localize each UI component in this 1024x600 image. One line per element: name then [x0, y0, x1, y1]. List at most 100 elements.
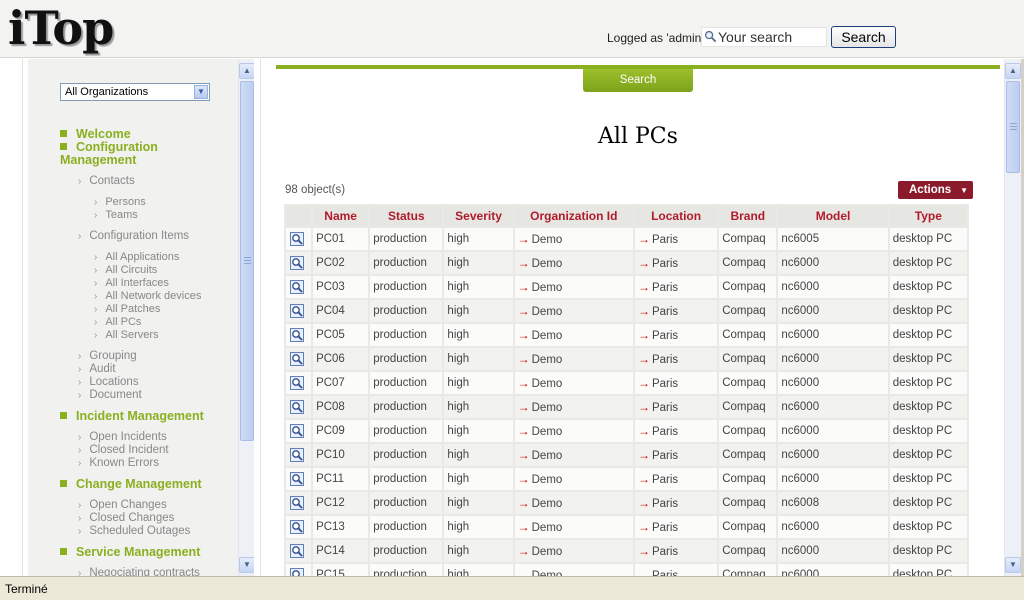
details-cell[interactable]: [286, 324, 312, 346]
cell-location[interactable]: → Paris: [634, 444, 718, 466]
details-cell[interactable]: [286, 492, 312, 514]
table-row[interactable]: PC01 production high → Demo → Paris Compaq nc600…: [286, 228, 967, 250]
search-drawer-tab[interactable]: Search: [583, 69, 693, 92]
menu-change-management[interactable]: Change Management: [60, 478, 202, 491]
magnifier-details-icon[interactable]: [290, 279, 304, 294]
menu-negotiating-contracts[interactable]: Negociating contracts: [78, 567, 200, 576]
cell-organization[interactable]: → Demo: [514, 252, 633, 274]
cell-name[interactable]: PC14: [313, 540, 369, 562]
table-row[interactable]: PC02 production high → Demo → Paris Compaq nc600…: [286, 252, 967, 274]
details-cell[interactable]: [286, 300, 312, 322]
cell-organization[interactable]: → Demo: [514, 540, 633, 562]
table-row[interactable]: PC11 production high → Demo → Paris Compaq nc600…: [286, 468, 967, 490]
cell-organization[interactable]: → Demo: [514, 468, 633, 490]
sidebar-scroll-thumb[interactable]: [240, 81, 254, 441]
magnifier-details-icon[interactable]: [290, 327, 304, 342]
column-header[interactable]: Severity: [444, 206, 513, 226]
global-search-button[interactable]: Search: [831, 26, 896, 48]
details-cell[interactable]: [286, 372, 312, 394]
cell-location[interactable]: → Paris: [634, 276, 718, 298]
cell-name[interactable]: PC12: [313, 492, 369, 514]
cell-location[interactable]: → Paris: [634, 252, 718, 274]
menu-document[interactable]: Document: [78, 389, 141, 401]
magnifier-details-icon[interactable]: [290, 399, 304, 414]
menu-configuration-management-line2[interactable]: Management: [60, 154, 136, 167]
cell-organization[interactable]: → Demo: [514, 492, 633, 514]
cell-location[interactable]: → Paris: [634, 348, 718, 370]
column-header[interactable]: Brand: [719, 206, 777, 226]
cell-location[interactable]: → Paris: [634, 516, 718, 538]
cell-name[interactable]: PC08: [313, 396, 369, 418]
cell-location[interactable]: → Paris: [634, 540, 718, 562]
column-header[interactable]: Type: [889, 206, 967, 226]
table-row[interactable]: PC03 production high → Demo → Paris Compaq nc600…: [286, 276, 967, 298]
details-cell[interactable]: [286, 420, 312, 442]
menu-all-servers[interactable]: All Servers: [94, 329, 158, 341]
cell-location[interactable]: → Paris: [634, 420, 718, 442]
cell-location[interactable]: → Paris: [634, 492, 718, 514]
table-row[interactable]: PC06 production high → Demo → Paris Compaq nc600…: [286, 348, 967, 370]
cell-name[interactable]: PC02: [313, 252, 369, 274]
menu-teams[interactable]: Teams: [94, 209, 137, 221]
global-search-input[interactable]: [718, 29, 824, 45]
cell-name[interactable]: PC07: [313, 372, 369, 394]
table-row[interactable]: PC10 production high → Demo → Paris Compaq nc600…: [286, 444, 967, 466]
cell-organization[interactable]: → Demo: [514, 324, 633, 346]
cell-location[interactable]: → Paris: [634, 396, 718, 418]
magnifier-details-icon[interactable]: [290, 543, 304, 558]
column-header[interactable]: Model: [778, 206, 888, 226]
table-row[interactable]: PC12 production high → Demo → Paris Compaq nc600…: [286, 492, 967, 514]
cell-name[interactable]: PC06: [313, 348, 369, 370]
menu-all-circuits[interactable]: All Circuits: [94, 264, 157, 276]
magnifier-details-icon[interactable]: [290, 423, 304, 438]
menu-open-incidents[interactable]: Open Incidents: [78, 431, 166, 443]
table-row[interactable]: PC13 production high → Demo → Paris Compaq nc600…: [286, 516, 967, 538]
scroll-down-icon[interactable]: ▼: [1005, 557, 1021, 573]
details-cell[interactable]: [286, 564, 312, 576]
column-header[interactable]: Status: [370, 206, 443, 226]
cell-name[interactable]: PC09: [313, 420, 369, 442]
menu-service-management[interactable]: Service Management: [60, 546, 200, 559]
cell-organization[interactable]: → Demo: [514, 444, 633, 466]
menu-all-network-devices[interactable]: All Network devices: [94, 290, 201, 302]
menu-locations[interactable]: Locations: [78, 376, 138, 388]
cell-organization[interactable]: → Demo: [514, 396, 633, 418]
sidebar-scrollbar[interactable]: ▲ ▼: [238, 59, 255, 576]
cell-location[interactable]: → Paris: [634, 372, 718, 394]
magnifier-details-icon[interactable]: [290, 519, 304, 534]
table-row[interactable]: PC07 production high → Demo → Paris Compaq nc600…: [286, 372, 967, 394]
table-row[interactable]: PC09 production high → Demo → Paris Compaq nc600…: [286, 420, 967, 442]
magnifier-details-icon[interactable]: [290, 255, 304, 270]
magnifier-details-icon[interactable]: [290, 495, 304, 510]
column-header[interactable]: Name: [313, 206, 369, 226]
details-cell[interactable]: [286, 228, 312, 250]
details-cell[interactable]: [286, 396, 312, 418]
cell-name[interactable]: PC11: [313, 468, 369, 490]
menu-incident-management[interactable]: Incident Management: [60, 410, 204, 423]
magnifier-details-icon[interactable]: [290, 303, 304, 318]
cell-name[interactable]: PC03: [313, 276, 369, 298]
cell-name[interactable]: PC01: [313, 228, 369, 250]
details-cell[interactable]: [286, 468, 312, 490]
cell-organization[interactable]: → Demo: [514, 228, 633, 250]
cell-name[interactable]: PC13: [313, 516, 369, 538]
cell-organization[interactable]: → Demo: [514, 372, 633, 394]
scroll-down-icon[interactable]: ▼: [239, 557, 255, 573]
details-cell[interactable]: [286, 444, 312, 466]
details-cell[interactable]: [286, 516, 312, 538]
details-cell[interactable]: [286, 540, 312, 562]
menu-grouping[interactable]: Grouping: [78, 350, 136, 362]
cell-location[interactable]: → Paris: [634, 228, 718, 250]
menu-persons[interactable]: Persons: [94, 196, 145, 208]
cell-organization[interactable]: → Demo: [514, 516, 633, 538]
magnifier-details-icon[interactable]: [290, 471, 304, 486]
menu-audit[interactable]: Audit: [78, 363, 115, 375]
cell-organization[interactable]: → Demo: [514, 276, 633, 298]
menu-all-pcs[interactable]: All PCs: [94, 316, 141, 328]
cell-location[interactable]: → Paris: [634, 564, 718, 576]
menu-configuration-items[interactable]: Configuration Items: [78, 230, 189, 242]
cell-location[interactable]: → Paris: [634, 324, 718, 346]
menu-all-patches[interactable]: All Patches: [94, 303, 160, 315]
menu-scheduled-outages[interactable]: Scheduled Outages: [78, 525, 190, 537]
cell-name[interactable]: PC15: [313, 564, 369, 576]
